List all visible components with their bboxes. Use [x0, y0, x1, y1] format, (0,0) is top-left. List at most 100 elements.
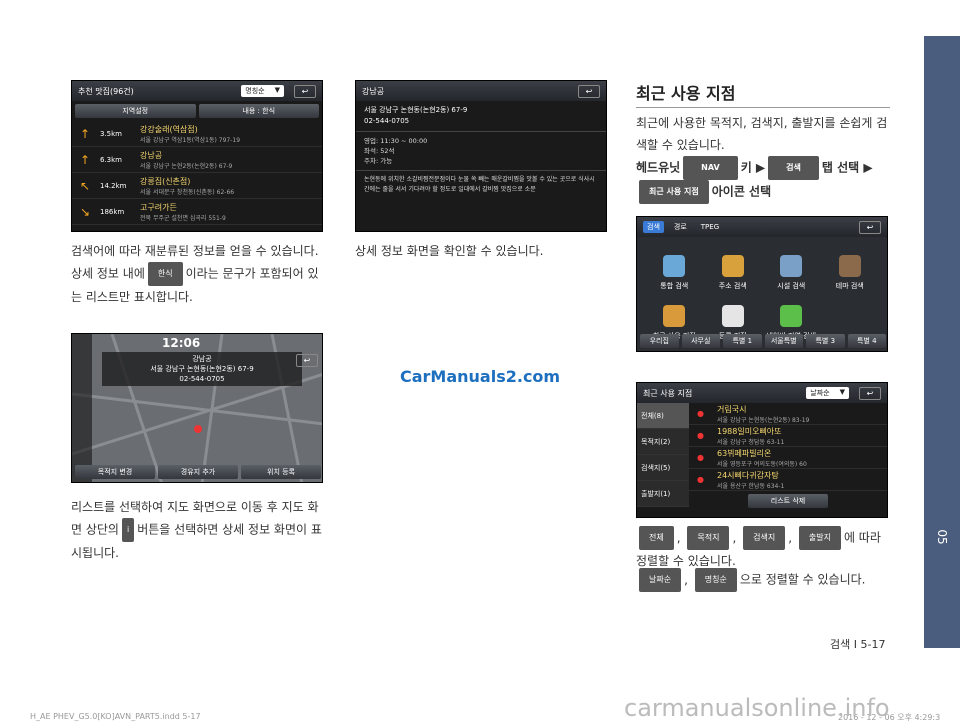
list-title: 추천 맛집(96건): [78, 86, 134, 96]
detail-title: 강남공: [362, 86, 385, 96]
filter-pill: 출발지: [798, 526, 841, 550]
right-column: 최근 사용 지점 최근에 사용한 목적지, 검색지, 출발지를 손쉽게 검색할 …: [636, 80, 890, 204]
menu-icon-0[interactable]: 통합 검색: [647, 245, 702, 291]
paragraph: 검색어에 따라 재분류된 정보를 얻을 수 있습니다.: [71, 244, 319, 258]
list-item[interactable]: ● 거림국시 서울 강남구 논현동(논현2동) 83-19: [689, 403, 887, 425]
info-icon: i: [121, 518, 135, 542]
icon-1: [721, 255, 744, 277]
place-address: 서울 서대문구 창천동(신촌동) 62-66: [140, 188, 235, 196]
filter-tab[interactable]: 목적지(2): [637, 429, 689, 455]
distance: 3.5km: [100, 129, 123, 138]
place-name: 강강술래(역삼점): [140, 124, 198, 134]
list-item[interactable]: ● 1988일미오삐아또 서울 강남구 청담동 63-11: [689, 425, 887, 447]
map-place-phone: 02-544-0705: [179, 375, 225, 383]
detail-address: 서울 강남구 논현동(논현2동) 67-9: [364, 106, 468, 114]
place-name: 고구려가든: [140, 202, 177, 212]
place-name: 거림국시: [717, 404, 747, 414]
mid-description: 상세 정보 화면을 확인할 수 있습니다.: [355, 244, 544, 258]
chapter-tab: [924, 36, 960, 648]
page-number: 검색 I 5-17: [830, 638, 886, 651]
distance: 186km: [100, 207, 125, 216]
sort-pill: 명칭순: [694, 568, 737, 592]
place-address: 서울 용산구 한남동 634-1: [717, 482, 785, 490]
region-button[interactable]: 지역설정: [75, 104, 196, 118]
favorite-button[interactable]: 특별 1: [723, 334, 762, 348]
favorite-button[interactable]: 특별 4: [847, 334, 886, 348]
direction-icon: ↖: [80, 178, 91, 193]
place-name: 24시삐다귀감자탕: [717, 470, 779, 480]
place-name: 63뷔페파빌리온: [717, 448, 772, 458]
sort-pill: 날짜순: [639, 568, 682, 592]
screen-recent-list: 최근 사용 지점 날짜순 ▼ ↩ 전체(8) 목적지(2) 검색지(5) 출발지(1) …: [636, 382, 888, 518]
search-pill: 검색: [768, 156, 819, 180]
tab-0[interactable]: 검색: [643, 221, 664, 233]
map-place-address: 서울 강남구 논현동(논현2동) 67-9: [150, 365, 254, 373]
favorite-button[interactable]: 특별 3: [806, 334, 845, 348]
list-item[interactable]: ↑ 3.5km 강강술래(역삼점) 서울 강남구 역삼1동(역삼1동) 797-19: [72, 121, 322, 147]
content-filter-button[interactable]: 내용 : 한식: [198, 104, 319, 118]
clock: 12:06: [162, 336, 201, 350]
back-button[interactable]: ↩: [859, 386, 881, 400]
screen-detail: 강남공 ↩ 서울 강남구 논현동(논현2동) 67-9 02-544-0705 영…: [355, 80, 607, 232]
icon-0: [663, 255, 686, 277]
tab-1[interactable]: 경로: [670, 221, 691, 233]
chapter-number: 05: [935, 529, 949, 545]
left-description: 검색어에 따라 재분류된 정보를 얻을 수 있습니다. 상세 정보 내에 한식 이라…: [71, 240, 325, 308]
menu-icon-2[interactable]: 시설 검색: [764, 245, 819, 291]
list-item[interactable]: ↖ 14.2km 강릉집(신촌점) 서울 서대문구 창천동(신촌동) 62-66: [72, 173, 322, 199]
filter-tab[interactable]: 검색지(5): [637, 455, 689, 481]
nav-pill: NAV: [683, 156, 738, 180]
filter-tab[interactable]: 전체(8): [637, 403, 689, 429]
back-button[interactable]: ↩: [294, 84, 316, 98]
place-name: 강남공: [140, 150, 163, 160]
list-item[interactable]: ↘ 186km 고구려가든전북 무주군 설천면 심곡리 551-9: [72, 199, 322, 225]
menu-icon-3[interactable]: 테마 검색: [823, 245, 878, 291]
place-address: 서울 영등포구 여의도동(여의동) 60: [717, 460, 807, 468]
direction-icon: ↑: [80, 126, 91, 141]
list-item[interactable]: ● 24시삐다귀감자탕서울 용산구 한남동 634-1: [689, 469, 887, 491]
direction-icon: ↑: [80, 152, 91, 167]
place-name: 강릉집(신촌점): [140, 176, 191, 186]
delete-list-button[interactable]: 리스트 삭제: [748, 494, 828, 508]
direction-icon: ↘: [80, 204, 91, 219]
change-destination-button[interactable]: 목적지 변경: [75, 465, 155, 479]
icon-4: [663, 305, 686, 327]
favorite-button[interactable]: 사무실: [681, 334, 720, 348]
info-parking: 주차: 가능: [364, 157, 393, 165]
back-button[interactable]: ↩: [578, 84, 600, 98]
icon-label: 통합 검색: [660, 282, 689, 290]
distance: 14.2km: [100, 181, 127, 190]
sort-select[interactable]: 날짜순 ▼: [806, 387, 849, 399]
place-address: 전북 무주군 설천면 심곡리 551-9: [140, 214, 226, 222]
screen-search-menu: 검색경로TPEG↩ 통합 검색주소 검색시설 검색테마 검색최근 사용 지점등록…: [636, 216, 888, 352]
pin-icon: ●: [697, 475, 704, 484]
sort-select[interactable]: 명칭순 ▼: [241, 85, 284, 97]
filter-pill: 검색지: [743, 526, 786, 550]
place-address: 서울 강남구 논현동(논현2동) 83-19: [717, 416, 810, 424]
back-button[interactable]: ↩: [859, 220, 881, 234]
back-button[interactable]: ↩: [296, 354, 318, 367]
tab-2[interactable]: TPEG: [697, 222, 723, 232]
list-item[interactable]: ↑ 6.3km 강남공 서울 강남구 논현2동(논현2동) 67-9: [72, 147, 322, 173]
left-bottom-description: 리스트를 선택하여 지도 화면으로 이동 후 지도 화면 상단의 i 버튼을 선택하…: [71, 500, 322, 560]
screen-restaurant-list: 추천 맛집(96건) 명칭순 ▼ ↩ 지역설정 내용 : 한식 ↑ 3.5km 강강술래…: [71, 80, 323, 232]
menu-icon-1[interactable]: 주소 검색: [706, 245, 761, 291]
favorite-button[interactable]: 서울특별: [764, 334, 803, 348]
filter-description: 전체, 목적지, 검색지, 출발지 에 따라 정렬할 수 있습니다.: [636, 526, 890, 572]
detail-description: 논현동에 위치한 소갈비찜전문점이다 눈물 쏙 빼는 매운갈비찜을 맛볼 수 있…: [364, 176, 595, 193]
favorite-button[interactable]: 우리집: [640, 334, 679, 348]
watermark-top: CarManuals2.com: [400, 367, 561, 386]
watermark-bottom: carmanualsonline.info: [624, 694, 890, 722]
filter-pill: 전체: [639, 526, 674, 550]
icon-5: [721, 305, 744, 327]
info-seats: 좌석: 52석: [364, 147, 395, 155]
place-address: 서울 강남구 논현2동(논현2동) 67-9: [140, 162, 233, 170]
filter-tab[interactable]: 출발지(1): [637, 481, 689, 507]
list-item[interactable]: ● 63뷔페파빌리온 서울 영등포구 여의도동(여의동) 60: [689, 447, 887, 469]
recent-pill: 최근 사용 지점: [639, 180, 709, 204]
add-waypoint-button[interactable]: 경유지 추가: [158, 465, 238, 479]
footer-file: H_AE PHEV_G5.0[KO]AVN_PART5.indd 5-17: [30, 712, 201, 721]
place-name: 1988일미오삐아또: [717, 426, 782, 436]
register-location-button[interactable]: 위치 등록: [241, 465, 321, 479]
section-heading: 최근 사용 지점: [636, 80, 890, 108]
